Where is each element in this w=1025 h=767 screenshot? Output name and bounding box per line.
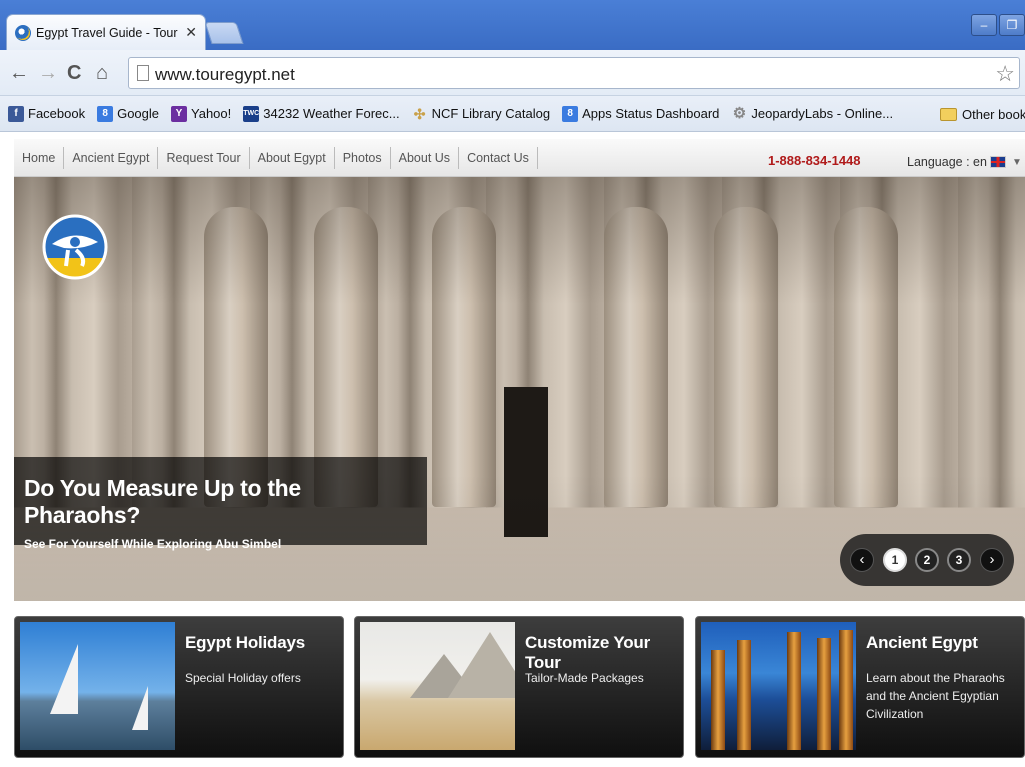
bookmark-jeopardylabs[interactable]: ⚙ JeopardyLabs - Online... <box>731 104 894 122</box>
yahoo-icon: Y <box>171 105 188 122</box>
window-controls: – ❐ <box>969 14 1025 36</box>
pyramid-shape <box>448 632 515 698</box>
hero-subline: See For Yourself While Exploring Abu Sim… <box>24 537 282 551</box>
bookmark-apps-status[interactable]: 8 Apps Status Dashboard <box>562 105 720 122</box>
gear-icon: ⚙ <box>732 104 747 122</box>
column-shape <box>839 630 853 750</box>
pyramids-camel-photo <box>360 622 515 750</box>
new-tab-button[interactable] <box>204 22 244 44</box>
maximize-button[interactable]: ❐ <box>999 14 1025 36</box>
site-favicon-icon <box>15 24 31 41</box>
sailboat-photo <box>20 622 175 750</box>
card-text: Learn about the Pharaohs and the Ancient… <box>866 671 1005 721</box>
hero-headline: Do You Measure Up to the Pharaohs? <box>24 475 301 528</box>
column-shape <box>817 638 831 750</box>
google-icon: 8 <box>562 105 579 122</box>
bookmark-label: Yahoo! <box>191 106 232 121</box>
bookmark-label: Apps Status Dashboard <box>582 106 720 121</box>
previous-slide-button[interactable]: ‹ <box>850 548 874 572</box>
language-label: Language : en <box>907 155 987 169</box>
card-ancient-egypt[interactable]: Ancient Egypt Learn about the Pharaohs a… <box>695 616 1025 758</box>
web-page: Home Ancient Egypt Request Tour About Eg… <box>0 133 1025 767</box>
card-customize-tour[interactable]: Customize Your Tour Tailor-Made Packages <box>354 616 684 758</box>
nav-ancient-egypt[interactable]: Ancient Egypt <box>64 146 159 169</box>
bookmarks-bar: f Facebook 8 Google Y Yahoo! TWC 34232 W… <box>0 96 1025 132</box>
language-selector[interactable]: Language : en ▼ <box>907 155 1022 169</box>
bookmark-label: 34232 Weather Forec... <box>263 106 400 121</box>
nav-request-tour[interactable]: Request Tour <box>158 146 250 169</box>
chevron-down-icon: ▼ <box>1011 156 1022 168</box>
slide-dot-3[interactable]: 3 <box>947 548 971 572</box>
card-egypt-holidays[interactable]: Egypt Holidays Special Holiday offers <box>14 616 344 758</box>
forward-arrow-icon[interactable]: → <box>38 62 58 84</box>
bookmark-ncf-library[interactable]: ✣ NCF Library Catalog <box>412 105 551 122</box>
slideshow-controls: ‹ 1 2 3 › <box>840 534 1014 586</box>
browser-title-bar: Egypt Travel Guide - Tour Eg ✕ – ❐ <box>0 0 1025 50</box>
google-icon: 8 <box>97 105 114 122</box>
next-slide-button[interactable]: › <box>980 548 1004 572</box>
bookmark-google[interactable]: 8 Google <box>97 105 160 122</box>
card-title: Ancient Egypt <box>866 633 978 652</box>
page-icon <box>137 65 149 81</box>
nav-about-us[interactable]: About Us <box>391 146 460 169</box>
hero-caption[interactable]: Do You Measure Up to the Pharaohs? See F… <box>14 457 427 551</box>
bookmark-label: JeopardyLabs - Online... <box>751 106 894 121</box>
temple-columns-photo <box>701 622 856 750</box>
slide-dot-2[interactable]: 2 <box>915 548 939 572</box>
home-icon[interactable]: ⌂ <box>96 62 108 84</box>
phone-number: 1-888-834-1448 <box>768 153 861 168</box>
library-icon: ✣ <box>413 105 426 122</box>
card-title: Customize Your Tour <box>525 633 651 672</box>
bookmark-label: NCF Library Catalog <box>431 106 551 121</box>
column-shape <box>787 632 801 750</box>
tab-title: Egypt Travel Guide - Tour Eg <box>36 25 182 40</box>
url-text: www.touregypt.net <box>155 65 295 84</box>
bookmark-label: Facebook <box>28 106 86 121</box>
weather-channel-icon: TWC <box>243 105 260 122</box>
reload-icon[interactable]: C <box>67 62 81 84</box>
browser-tab[interactable]: Egypt Travel Guide - Tour Eg ✕ <box>6 14 206 50</box>
sail-shape <box>50 644 78 714</box>
folder-icon <box>940 107 957 121</box>
nav-contact-us[interactable]: Contact Us <box>459 146 538 169</box>
facebook-icon: f <box>8 105 24 122</box>
other-bookmarks-label: Other bookm <box>962 106 1025 122</box>
eye-of-horus-logo-icon[interactable] <box>42 214 108 304</box>
nav-photos[interactable]: Photos <box>335 146 391 169</box>
card-text: Special Holiday offers <box>185 671 301 685</box>
site-navigation: Home Ancient Egypt Request Tour About Eg… <box>14 139 1025 177</box>
card-text: Tailor-Made Packages <box>525 671 644 685</box>
browser-toolbar: ← → C ⌂ www.touregypt.net ☆ <box>0 50 1025 96</box>
close-tab-icon[interactable]: ✕ <box>185 24 197 41</box>
column-shape <box>737 640 751 750</box>
uk-flag-icon <box>989 156 1006 168</box>
column-shape <box>711 650 725 750</box>
bookmark-weather[interactable]: TWC 34232 Weather Forec... <box>243 105 400 122</box>
nav-about-egypt[interactable]: About Egypt <box>250 146 335 169</box>
bookmark-yahoo[interactable]: Y Yahoo! <box>171 105 232 122</box>
bookmark-facebook[interactable]: f Facebook <box>8 105 86 122</box>
bookmark-label: Google <box>117 106 160 121</box>
nav-home[interactable]: Home <box>14 146 65 169</box>
back-arrow-icon[interactable]: ← <box>9 62 29 84</box>
slide-dot-1[interactable]: 1 <box>883 548 907 572</box>
sail-shape <box>132 686 148 730</box>
other-bookmarks[interactable]: Other bookm <box>940 96 1025 132</box>
hero-slideshow: Do You Measure Up to the Pharaohs? See F… <box>14 177 1025 601</box>
bookmark-star-icon[interactable]: ☆ <box>995 61 1015 87</box>
card-title: Egypt Holidays <box>185 633 306 652</box>
address-bar[interactable]: www.touregypt.net ☆ <box>128 57 1020 89</box>
minimize-button[interactable]: – <box>971 14 997 36</box>
